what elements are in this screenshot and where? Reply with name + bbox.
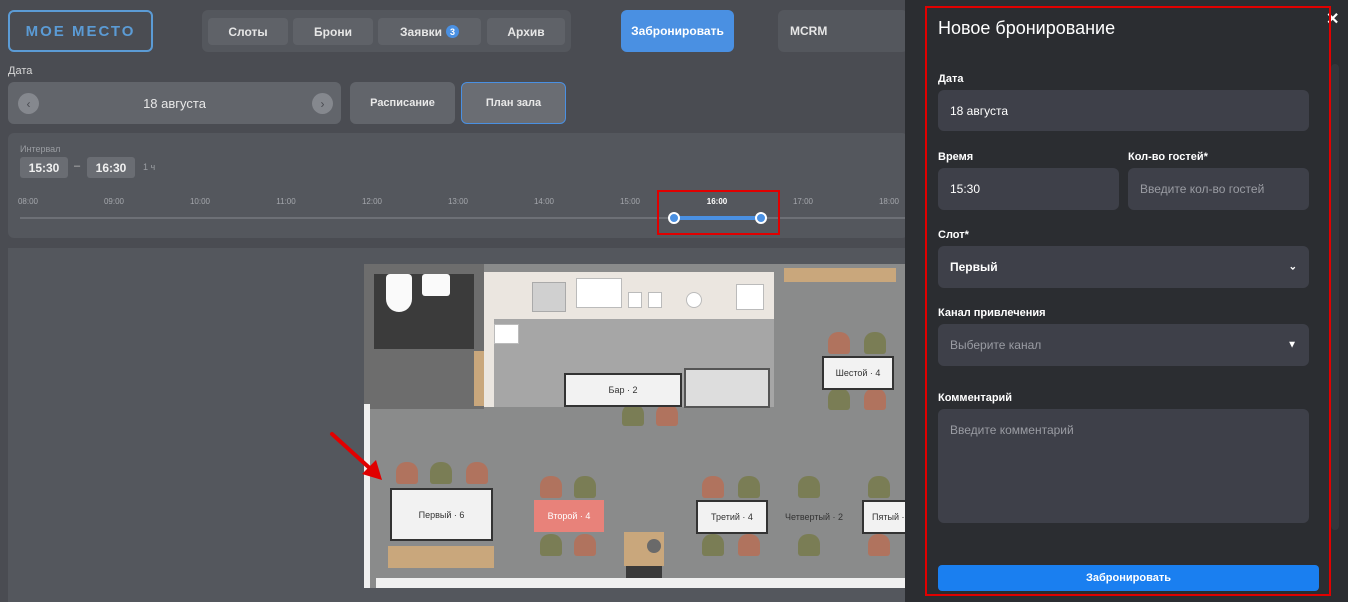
table-bar[interactable]: Бар · 2 [564, 373, 682, 407]
table-fifth[interactable]: Пятый · 4 [862, 500, 908, 534]
next-date-icon[interactable]: › [312, 93, 333, 114]
dessert-display [684, 368, 770, 408]
timeline-tick: 12:00 [361, 197, 383, 206]
timeline-tick: 08:00 [17, 197, 39, 206]
crm-selector[interactable]: MCRM [778, 10, 908, 52]
chair-icon [868, 534, 890, 556]
date-value: 18 августа [143, 95, 206, 111]
main-tabs: Слоты Брони Заявки 3 Архив [202, 10, 571, 52]
toilet-icon [386, 274, 412, 312]
table-first[interactable]: Первый · 6 [390, 488, 493, 541]
kitchen-appliance [494, 324, 519, 344]
wood-bench [388, 546, 494, 568]
wood-bench [784, 268, 896, 282]
kitchen-appliance [736, 284, 764, 310]
interval-duration: 1 ч [143, 162, 156, 172]
kitchen-appliance [648, 292, 662, 308]
table-fourth[interactable]: Четвертый · 2 [785, 500, 843, 534]
chair-icon [540, 476, 562, 498]
interval-label: Интервал [20, 144, 61, 154]
timeline-tick: 18:00 [878, 197, 900, 206]
tab-requests[interactable]: Заявки 3 [378, 18, 481, 45]
timeline-tick: 09:00 [103, 197, 125, 206]
requests-count-badge: 3 [445, 25, 459, 38]
schedule-button[interactable]: Расписание [350, 82, 455, 124]
chair-icon [466, 462, 488, 484]
tab-slots[interactable]: Слоты [208, 18, 288, 45]
chair-icon [574, 476, 596, 498]
chair-icon [656, 404, 678, 426]
chair-icon [430, 462, 452, 484]
chair-icon [864, 332, 886, 354]
app-logo[interactable]: МОЕ МЕСТО [8, 10, 153, 52]
chair-icon [828, 332, 850, 354]
highlight-box-timeline [657, 190, 780, 235]
panel-scrollbar[interactable] [1331, 64, 1339, 530]
plant-pot-icon [647, 539, 661, 553]
pointer-arrow-icon [330, 432, 382, 480]
chair-icon [396, 462, 418, 484]
chair-icon [574, 534, 596, 556]
chair-icon [798, 534, 820, 556]
window-wall [376, 578, 908, 588]
table-third[interactable]: Третий · 4 [696, 500, 768, 534]
chair-icon [828, 388, 850, 410]
kitchen-appliance [686, 292, 702, 308]
prev-date-icon[interactable]: ‹ [18, 93, 39, 114]
tab-archive[interactable]: Архив [487, 18, 565, 45]
chair-icon [868, 476, 890, 498]
book-button-top[interactable]: Забронировать [621, 10, 734, 52]
timeline-tick: 10:00 [189, 197, 211, 206]
kitchen-appliance [576, 278, 622, 308]
table-second-selected[interactable]: Второй · 4 [534, 500, 604, 532]
chair-icon [798, 476, 820, 498]
timeline-tick: 17:00 [792, 197, 814, 206]
chair-icon [738, 534, 760, 556]
table-sixth[interactable]: Шестой · 4 [822, 356, 894, 390]
kitchen-appliance [628, 292, 642, 308]
chair-icon [622, 404, 644, 426]
floor-plan-button[interactable]: План зала [461, 82, 566, 124]
floor-plan: Бар · 2 Шестой · 4 Первый · 6 Второй · 4… [364, 264, 908, 588]
timeline-tick: 11:00 [276, 197, 296, 206]
chair-icon [702, 476, 724, 498]
wood-bench [474, 351, 484, 406]
chair-icon [540, 534, 562, 556]
kitchen-sink-icon [532, 282, 566, 312]
interval-start[interactable]: 15:30 [20, 157, 68, 178]
timeline-tick: 15:00 [619, 197, 641, 206]
interval-end[interactable]: 16:30 [87, 157, 135, 178]
chair-icon [702, 534, 724, 556]
date-picker[interactable]: ‹ 18 августа › [8, 82, 341, 124]
chair-icon [864, 388, 886, 410]
chair-icon [738, 476, 760, 498]
timeline-tick: 13:00 [447, 197, 469, 206]
date-label: Дата [8, 65, 33, 77]
timeline-tick: 14:00 [533, 197, 555, 206]
sink-icon [422, 274, 450, 296]
highlight-box-panel [925, 6, 1331, 596]
tab-bookings[interactable]: Брони [293, 18, 373, 45]
interval-separator: – [74, 160, 81, 172]
tab-requests-label: Заявки [400, 24, 442, 39]
